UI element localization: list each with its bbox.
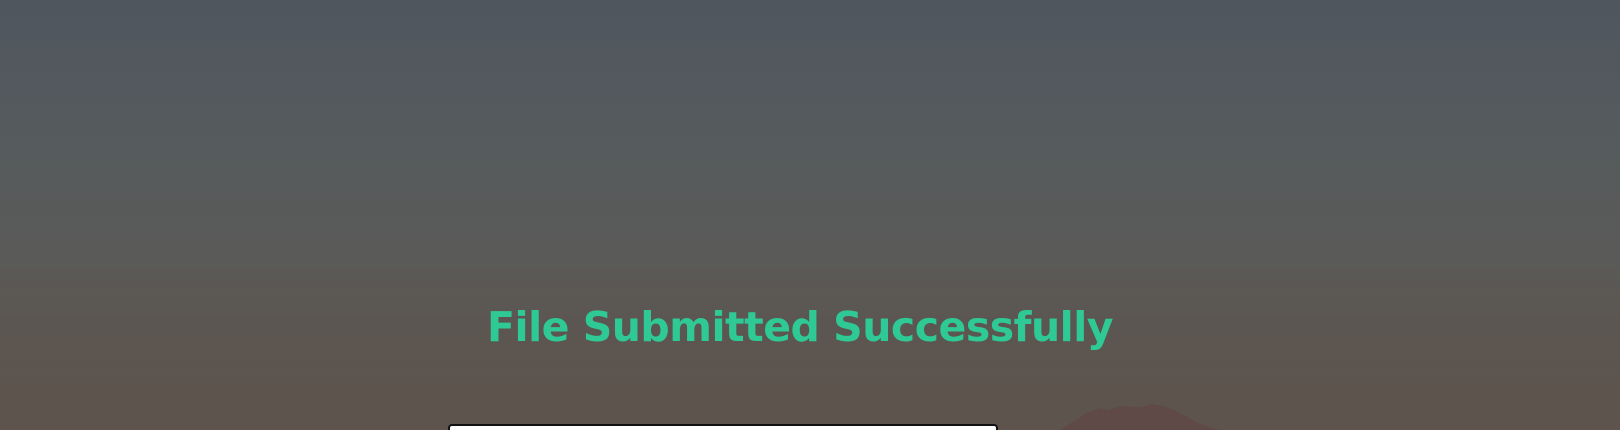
hero-background [0, 0, 1620, 430]
mountain-silhouette-shape [1060, 404, 1220, 430]
submission-success-title: File Submitted Successfully [487, 303, 1113, 351]
mountain-silhouette [1060, 400, 1220, 430]
result-card [448, 424, 998, 430]
